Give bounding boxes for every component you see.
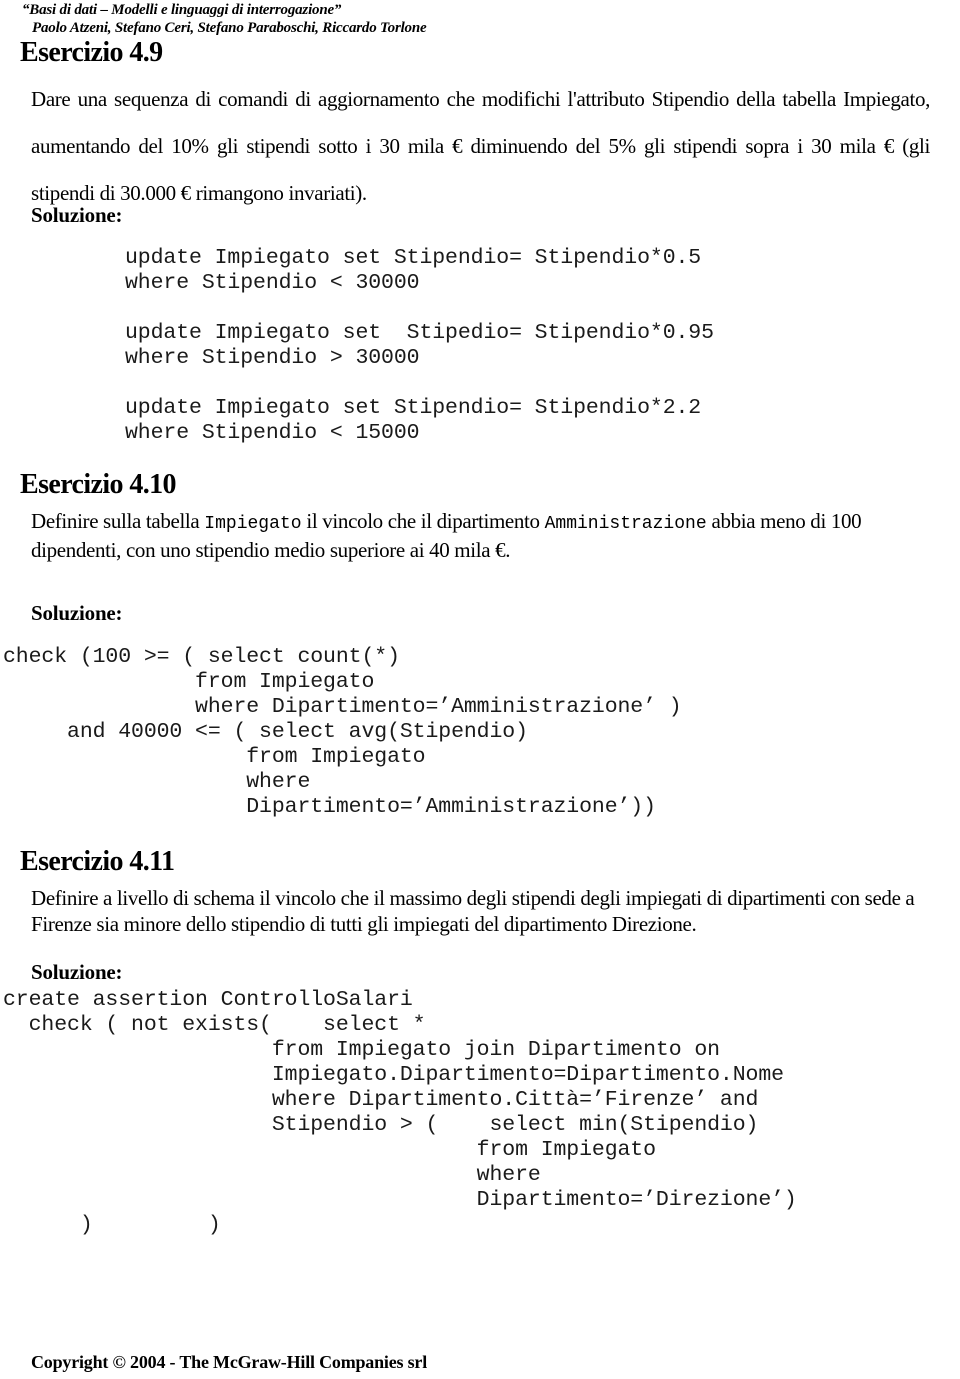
exercise-statement-4-10: Definire sulla tabella Impiegato il vinc… <box>31 508 930 563</box>
soluzione-label-4-11: Soluzione: <box>31 960 123 984</box>
exercise-heading-4-11: Esercizio 4.11 <box>20 846 175 877</box>
code-block-4-11: create assertion ControlloSalari check (… <box>3 988 797 1237</box>
exercise-statement-4-9: Dare una sequenza di comandi di aggiorna… <box>31 87 930 205</box>
soluzione-label-4-9: Soluzione: <box>31 203 123 227</box>
exercise-heading-4-9: Esercizio 4.9 <box>20 37 163 68</box>
soluzione-label-4-10: Soluzione: <box>31 601 123 625</box>
statement-text-b: il vincolo che il dipartimento <box>301 509 545 533</box>
document-page: “Basi di dati – Modelli e linguaggi di i… <box>0 0 960 1379</box>
exercise-statement-4-11: Definire a livello di schema il vincolo … <box>31 886 915 936</box>
book-authors: Paolo Atzeni, Stefano Ceri, Stefano Para… <box>32 20 427 36</box>
book-title: “Basi di dati – Modelli e linguaggi di i… <box>22 2 342 18</box>
statement-mono-impiegato: Impiegato <box>204 514 302 534</box>
exercise-heading-4-10: Esercizio 4.10 <box>20 469 177 500</box>
code-block-4-10: check (100 >= ( select count(*) from Imp… <box>3 645 682 819</box>
statement-text-a: Definire sulla tabella <box>31 509 205 533</box>
page-header: “Basi di dati – Modelli e linguaggi di i… <box>22 2 922 37</box>
statement-mono-amministrazione: Amministrazione <box>544 514 707 534</box>
code-block-4-9: update Impiegato set Stipendio= Stipendi… <box>125 246 714 445</box>
page-footer-copyright: Copyright © 2004 - The McGraw-Hill Compa… <box>31 1352 427 1372</box>
